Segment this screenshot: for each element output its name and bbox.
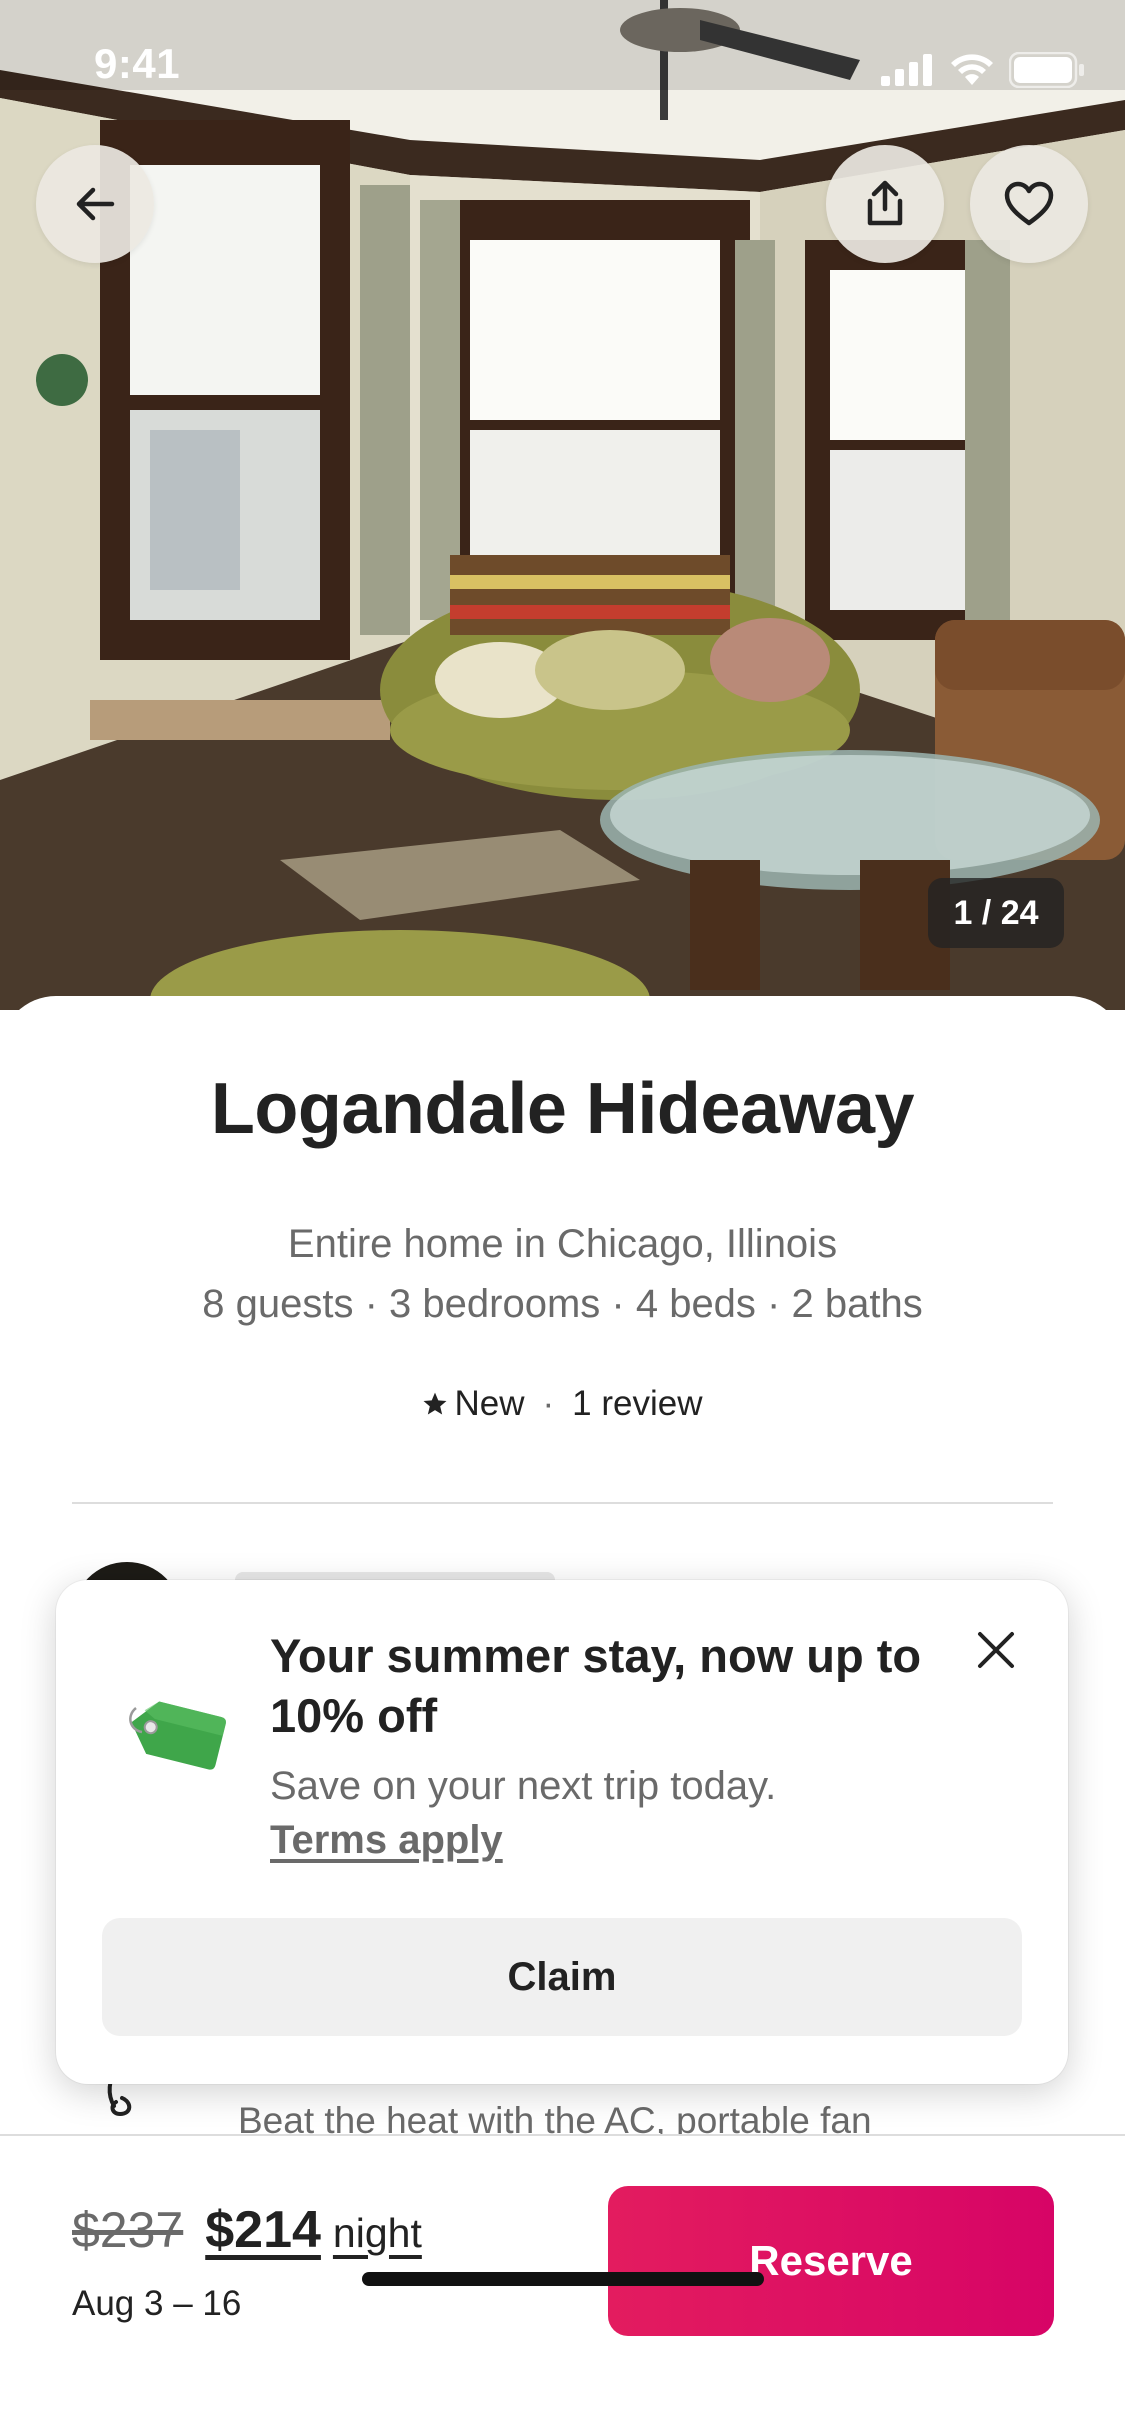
price-tag-icon	[129, 1701, 226, 1770]
listing-title: Logandale Hideaway	[210, 1069, 915, 1149]
home-indicator	[362, 2272, 764, 2286]
rating-label: New	[454, 1384, 525, 1423]
promo-card: Your summer stay, now up to 10% off Save…	[56, 1580, 1068, 2084]
stay-dates[interactable]: Aug 3 – 16	[72, 2284, 241, 2324]
claim-button[interactable]: Claim	[102, 1918, 1022, 2036]
close-icon	[978, 1632, 1014, 1668]
cellular-signal-icon	[881, 54, 932, 86]
promo-body: Save on your next trip today.	[270, 1764, 777, 1808]
photo-counter: 1 / 24	[928, 878, 1064, 948]
review-count[interactable]: 1 review	[572, 1384, 702, 1424]
living-room-image	[0, 0, 1125, 1010]
share-button[interactable]	[826, 145, 944, 263]
listing-location: Entire home in Chicago, Illinois	[287, 1222, 838, 1266]
terms-link[interactable]: Terms apply	[270, 1818, 503, 1863]
arrow-left-icon	[76, 187, 115, 221]
back-button[interactable]	[36, 145, 154, 263]
original-price: $237	[72, 2202, 184, 2258]
battery-icon	[1009, 52, 1084, 88]
heart-icon	[1004, 181, 1054, 226]
rating-summary[interactable]: New · 1 review	[0, 1384, 1125, 1424]
price-summary[interactable]: $237 $214 night	[72, 2200, 422, 2260]
listing-capacity: 8 guests · 3 bedrooms · 4 beds · 2 baths	[202, 1282, 923, 1326]
rating-separator: ·	[542, 1384, 555, 1423]
listing-photo[interactable]: 9:41 1 / 24	[0, 0, 1125, 1010]
discounted-price: $214	[205, 2201, 321, 2259]
booking-footer: $237 $214 night Aug 3 – 16 Reserve	[0, 2134, 1125, 2436]
share-icon	[867, 180, 903, 226]
favorite-button[interactable]	[970, 145, 1088, 263]
status-bar-icons	[881, 52, 1085, 88]
star-icon	[424, 1392, 447, 1415]
status-bar-time: 9:41	[94, 40, 181, 87]
promo-title: Your summer stay, now up to 10% off	[270, 1629, 922, 1742]
reserve-button[interactable]: Reserve	[608, 2186, 1054, 2336]
wifi-icon	[951, 54, 993, 85]
price-unit: night	[332, 2210, 422, 2256]
close-promo-button[interactable]	[966, 1620, 1026, 1680]
section-divider	[72, 1502, 1053, 1504]
